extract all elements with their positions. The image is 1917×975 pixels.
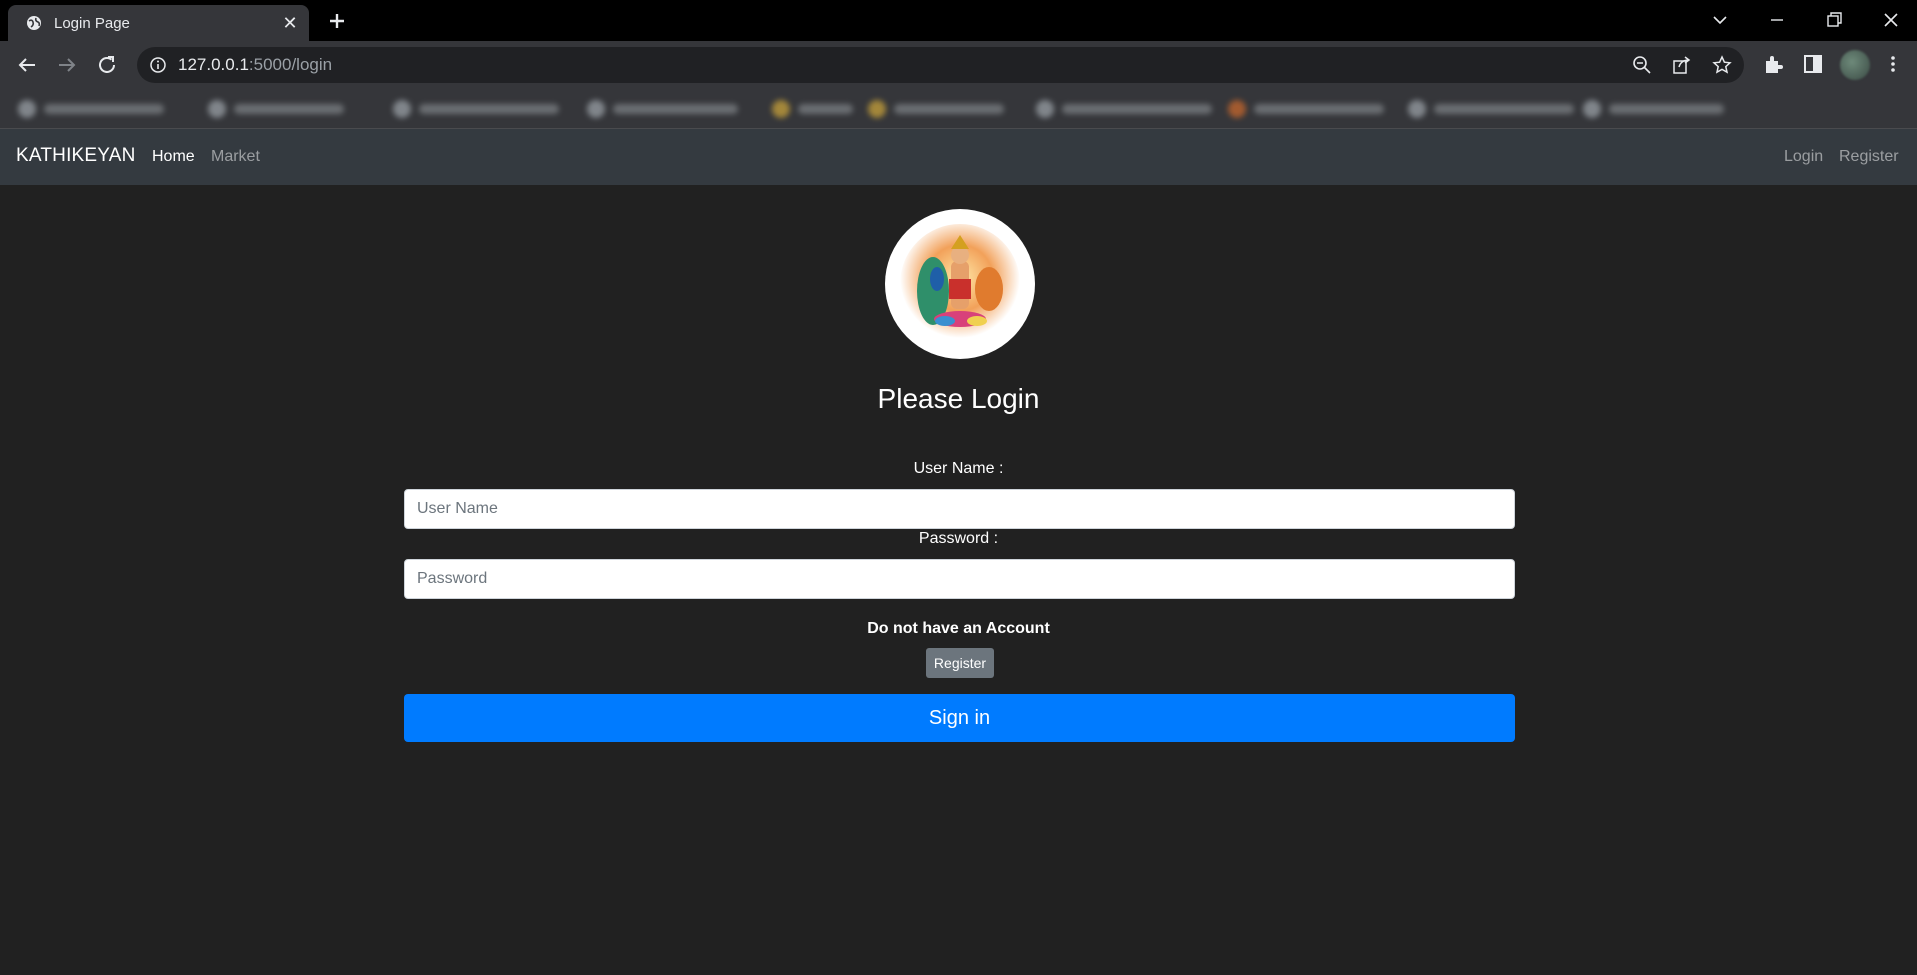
password-label: Password : — [918, 530, 999, 547]
minimize-icon[interactable] — [1765, 8, 1789, 32]
deity-logo-image — [885, 209, 1035, 359]
bookmark-item[interactable] — [587, 98, 738, 120]
bookmark-item[interactable] — [1036, 98, 1212, 120]
page-title: Please Login — [877, 383, 1040, 414]
close-icon[interactable]: ✕ — [280, 13, 300, 33]
window-close-icon[interactable] — [1879, 8, 1903, 32]
site-navbar: KATHIKEYAN Home Market Login Register — [0, 129, 1917, 185]
kebab-menu-icon[interactable] — [1882, 53, 1904, 75]
reload-icon[interactable] — [95, 53, 119, 77]
profile-avatar[interactable] — [1840, 50, 1870, 80]
share-icon[interactable] — [1672, 55, 1692, 75]
browser-tab[interactable]: Login Page ✕ — [8, 5, 309, 41]
browser-toolbar: 127.0.0.1:5000/login — [0, 41, 1917, 89]
nav-link-home[interactable]: Home — [152, 148, 195, 166]
register-button[interactable]: Register — [926, 648, 994, 678]
bookmark-item[interactable] — [868, 98, 1004, 120]
bookmark-item[interactable] — [1408, 98, 1574, 120]
puzzle-icon[interactable] — [1762, 53, 1784, 75]
chevron-down-icon[interactable] — [1708, 8, 1732, 32]
username-input[interactable] — [404, 489, 1515, 529]
bookmark-item[interactable] — [1228, 98, 1384, 120]
side-panel-icon[interactable] — [1802, 53, 1824, 75]
no-account-text: Do not have an Account — [867, 620, 1050, 637]
bookmark-item[interactable] — [393, 98, 559, 120]
nav-link-market[interactable]: Market — [211, 148, 260, 166]
plus-icon[interactable] — [326, 10, 348, 32]
url-text: 127.0.0.1:5000/login — [178, 55, 333, 74]
bookmark-item[interactable] — [208, 98, 344, 120]
info-icon[interactable] — [149, 56, 167, 74]
bookmark-item[interactable] — [772, 98, 853, 120]
bookmark-item[interactable] — [1583, 98, 1724, 120]
nav-link-login[interactable]: Login — [1784, 148, 1823, 166]
username-label: User Name : — [913, 460, 1004, 477]
bookmark-item[interactable] — [18, 98, 164, 120]
forward-icon[interactable] — [55, 53, 79, 77]
bookmarks-bar — [0, 89, 1917, 129]
password-input[interactable] — [404, 559, 1515, 599]
tab-title: Login Page — [54, 15, 130, 32]
brand-logo-text[interactable]: KATHIKEYAN — [16, 145, 136, 167]
globe-icon — [27, 16, 41, 30]
nav-link-register[interactable]: Register — [1839, 148, 1899, 166]
zoom-icon[interactable] — [1632, 55, 1652, 75]
browser-tab-strip: Login Page ✕ — [0, 0, 1917, 41]
back-icon[interactable] — [15, 53, 39, 77]
restore-icon[interactable] — [1822, 8, 1846, 32]
address-bar[interactable]: 127.0.0.1:5000/login — [137, 47, 1744, 83]
star-icon[interactable] — [1712, 55, 1732, 75]
sign-in-button[interactable]: Sign in — [404, 694, 1515, 742]
